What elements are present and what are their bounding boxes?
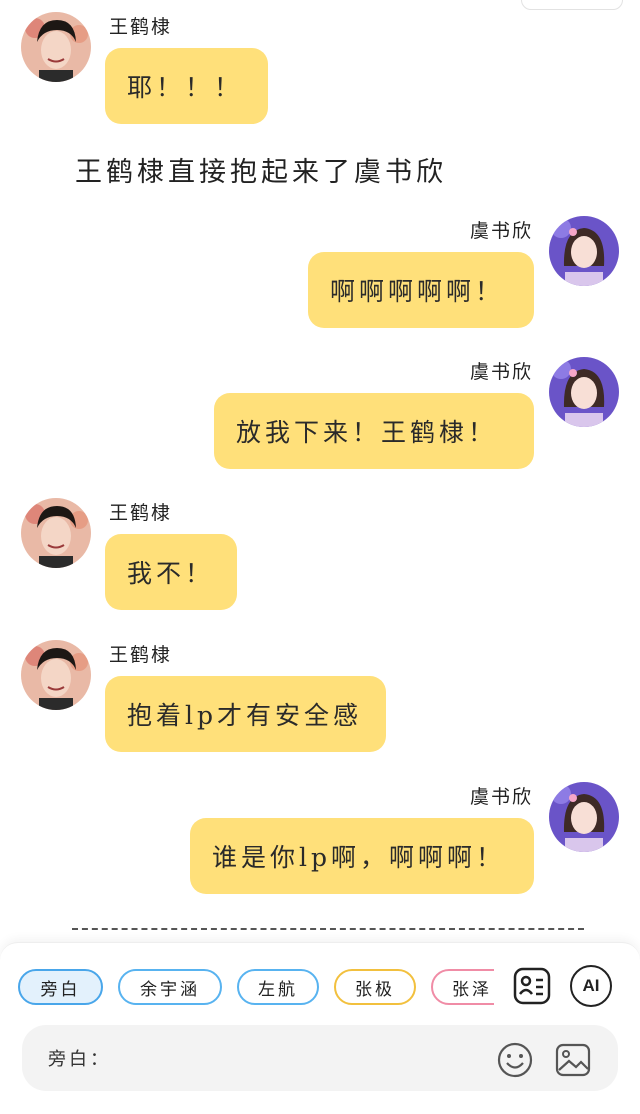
chat-message: 王鹤棣 耶！！！ (0, 12, 640, 127)
yu-shuxin-avatar[interactable] (549, 357, 619, 427)
sender-name: 王鹤棣 (109, 16, 173, 38)
yu-shuxin-avatar[interactable] (549, 782, 619, 852)
chat-message: 王鹤棣 抱着lp才有安全感 (0, 640, 640, 755)
wang-hedi-avatar[interactable] (21, 12, 91, 82)
chat-message: 王鹤棣 我不！ (0, 498, 640, 613)
chat-message: 虞书欣 放我下来！王鹤棣！ (0, 357, 640, 472)
message-bubble[interactable]: 耶！！！ (105, 48, 268, 124)
bottom-panel: 旁白 余宇涵 左航 张极 张泽 AI 旁白： (0, 942, 640, 1114)
input-role-label: 旁白： (48, 1049, 111, 1070)
role-chip-narrator[interactable]: 旁白 (18, 969, 103, 1005)
sender-name: 虞书欣 (469, 220, 533, 242)
contact-card-icon[interactable] (511, 965, 553, 1007)
image-icon[interactable] (554, 1041, 592, 1079)
top-tab-stub (521, 0, 623, 10)
message-bubble[interactable]: 抱着lp才有安全感 (105, 676, 386, 752)
message-bubble[interactable]: 放我下来！王鹤棣！ (214, 393, 534, 469)
wang-hedi-avatar[interactable] (21, 498, 91, 568)
message-bubble[interactable]: 我不！ (105, 534, 237, 610)
role-chip-bar: 旁白 余宇涵 左航 张极 张泽 (18, 969, 494, 1009)
chat-message: 虞书欣 谁是你lp啊，啊啊啊！ (0, 782, 640, 897)
wang-hedi-avatar[interactable] (21, 640, 91, 710)
sender-name: 王鹤棣 (109, 644, 173, 666)
chat-message: 虞书欣 啊啊啊啊啊！ (0, 216, 640, 331)
ai-button[interactable]: AI (570, 965, 612, 1007)
sender-name: 虞书欣 (469, 361, 533, 383)
dashed-divider (72, 928, 584, 930)
narration-text: 王鹤棣直接抱起来了虞书欣 (75, 157, 447, 188)
message-input[interactable] (132, 1041, 476, 1077)
emoji-icon[interactable] (496, 1041, 534, 1079)
sender-name: 王鹤棣 (109, 502, 173, 524)
message-bubble[interactable]: 啊啊啊啊啊！ (308, 252, 534, 328)
message-bubble[interactable]: 谁是你lp啊，啊啊啊！ (190, 818, 534, 894)
role-chip-zuo-hang[interactable]: 左航 (237, 969, 319, 1005)
role-chip-zhang-ji[interactable]: 张极 (334, 969, 416, 1005)
role-chip-zhang-ze[interactable]: 张泽 (431, 969, 494, 1005)
yu-shuxin-avatar[interactable] (549, 216, 619, 286)
sender-name: 虞书欣 (469, 786, 533, 808)
role-chip-yu-yuhan[interactable]: 余宇涵 (118, 969, 222, 1005)
input-bar: 旁白： (22, 1025, 618, 1091)
